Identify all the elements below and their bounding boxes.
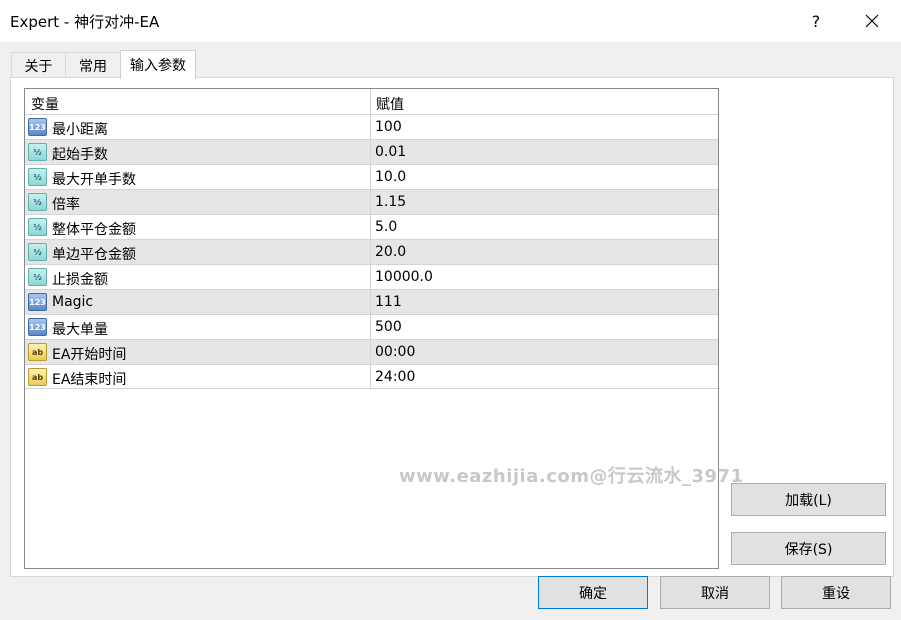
table-row[interactable]: ab EA开始时间 00:00 bbox=[25, 339, 718, 364]
save-button[interactable]: 保存(S) bbox=[731, 532, 886, 565]
table-row[interactable]: ½ 止损金额 10000.0 bbox=[25, 264, 718, 289]
column-divider bbox=[370, 115, 371, 139]
param-value[interactable]: 00:00 bbox=[375, 344, 415, 360]
ok-button-label: 确定 bbox=[579, 585, 607, 602]
cancel-button[interactable]: 取消 bbox=[660, 576, 770, 609]
parameters-grid[interactable]: 变量 赋值 123 最小距离 100 ½ 起始手数 0.01 ½ 最大开单手数 bbox=[24, 88, 719, 569]
param-value[interactable]: 0.01 bbox=[375, 144, 406, 160]
tab-common[interactable]: 常用 bbox=[65, 52, 121, 78]
int-icon: 123 bbox=[28, 118, 47, 136]
column-header-value-label: 赋值 bbox=[376, 97, 404, 113]
ok-button[interactable]: 确定 bbox=[538, 576, 648, 609]
param-value[interactable]: 500 bbox=[375, 319, 402, 335]
param-value[interactable]: 24:00 bbox=[375, 369, 415, 385]
param-value[interactable]: 100 bbox=[375, 119, 402, 135]
watermark-text: www.eazhijia.com@行云流水_3971 bbox=[399, 466, 744, 487]
column-header-value[interactable]: 赋值 bbox=[370, 89, 718, 114]
table-row[interactable]: ½ 整体平仓金额 5.0 bbox=[25, 214, 718, 239]
tab-inputs[interactable]: 输入参数 bbox=[120, 50, 196, 79]
int-icon: 123 bbox=[28, 293, 47, 311]
table-row[interactable]: ½ 倍率 1.15 bbox=[25, 189, 718, 214]
column-divider bbox=[370, 365, 371, 389]
column-header-variable-label: 变量 bbox=[31, 97, 59, 113]
column-divider bbox=[370, 340, 371, 364]
tab-about-label: 关于 bbox=[24, 58, 53, 75]
double-icon: ½ bbox=[28, 193, 47, 211]
double-icon: ½ bbox=[28, 243, 47, 261]
load-button[interactable]: 加载(L) bbox=[731, 483, 886, 516]
reset-button-label: 重设 bbox=[822, 585, 850, 602]
double-icon: ½ bbox=[28, 168, 47, 186]
param-name: EA开始时间 bbox=[52, 347, 127, 363]
table-row[interactable]: ab EA结束时间 24:00 bbox=[25, 364, 718, 389]
table-row[interactable]: ½ 单边平仓金额 20.0 bbox=[25, 239, 718, 264]
cancel-button-label: 取消 bbox=[701, 585, 729, 602]
table-row[interactable]: 123 Magic 111 bbox=[25, 289, 718, 314]
column-divider bbox=[370, 165, 371, 189]
double-icon: ½ bbox=[28, 268, 47, 286]
param-name: EA结束时间 bbox=[52, 372, 127, 388]
double-icon: ½ bbox=[28, 143, 47, 161]
table-row[interactable]: ½ 最大开单手数 10.0 bbox=[25, 164, 718, 189]
column-header-variable[interactable]: 变量 bbox=[25, 89, 370, 114]
param-name: 最大开单手数 bbox=[52, 172, 136, 188]
param-value[interactable]: 1.15 bbox=[375, 194, 406, 210]
tab-inputs-label: 输入参数 bbox=[130, 58, 186, 74]
table-row[interactable]: 123 最大单量 500 bbox=[25, 314, 718, 339]
column-divider bbox=[370, 140, 371, 164]
grid-header: 变量 赋值 bbox=[25, 89, 718, 114]
column-divider bbox=[370, 190, 371, 214]
table-row[interactable]: 123 最小距离 100 bbox=[25, 114, 718, 139]
param-name: 倍率 bbox=[52, 197, 80, 213]
param-value[interactable]: 10.0 bbox=[375, 169, 406, 185]
param-value[interactable]: 20.0 bbox=[375, 244, 406, 260]
param-name: 止损金额 bbox=[52, 272, 108, 288]
close-icon bbox=[865, 14, 879, 28]
string-icon: ab bbox=[28, 343, 47, 361]
column-divider bbox=[370, 315, 371, 339]
tab-common-label: 常用 bbox=[79, 58, 107, 75]
window-title: Expert - 神行对冲-EA bbox=[10, 13, 160, 31]
grid-rows: 123 最小距离 100 ½ 起始手数 0.01 ½ 最大开单手数 10.0 ½… bbox=[25, 114, 718, 389]
param-name: 最大单量 bbox=[52, 322, 108, 338]
string-icon: ab bbox=[28, 368, 47, 386]
table-row[interactable]: ½ 起始手数 0.01 bbox=[25, 139, 718, 164]
close-button[interactable] bbox=[849, 2, 895, 40]
double-icon: ½ bbox=[28, 218, 47, 236]
param-value[interactable]: 111 bbox=[375, 294, 402, 310]
help-button[interactable]: ? bbox=[793, 2, 839, 40]
reset-button[interactable]: 重设 bbox=[781, 576, 891, 609]
load-button-label: 加载(L) bbox=[785, 492, 832, 509]
title-bar: Expert - 神行对冲-EA ? bbox=[0, 0, 901, 42]
column-divider bbox=[370, 240, 371, 264]
help-icon: ? bbox=[811, 11, 821, 31]
tab-panel-inputs: 变量 赋值 123 最小距离 100 ½ 起始手数 0.01 ½ 最大开单手数 bbox=[10, 77, 894, 577]
param-name: 起始手数 bbox=[52, 147, 108, 163]
column-divider bbox=[370, 215, 371, 239]
param-name: 整体平仓金额 bbox=[52, 222, 136, 238]
param-value[interactable]: 10000.0 bbox=[375, 269, 433, 285]
int-icon: 123 bbox=[28, 318, 47, 336]
param-name: 单边平仓金额 bbox=[52, 247, 136, 263]
param-name: 最小距离 bbox=[52, 122, 108, 138]
save-button-label: 保存(S) bbox=[784, 541, 833, 558]
param-name: Magic bbox=[52, 294, 94, 310]
param-value[interactable]: 5.0 bbox=[375, 219, 397, 235]
column-divider bbox=[370, 290, 371, 314]
column-divider bbox=[370, 265, 371, 289]
tab-about[interactable]: 关于 bbox=[11, 52, 66, 78]
